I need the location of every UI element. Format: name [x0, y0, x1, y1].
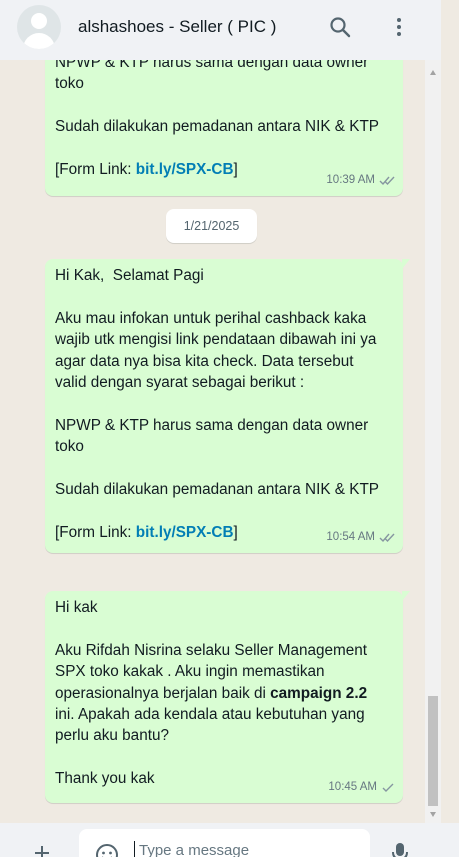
form-link[interactable]: bit.ly/SPX-CB [136, 161, 234, 178]
campaign-name: campaign 2.2 [270, 684, 368, 702]
message-bubble[interactable]: NPWP & KTP harus sama dengan data owner … [45, 60, 403, 196]
single-check-icon [382, 783, 394, 792]
message-time: 10:54 AM [326, 530, 375, 543]
message-time: 10:45 AM [328, 780, 377, 793]
scroll-down-arrow[interactable] [430, 812, 436, 817]
message-text: Hi Kak, Selamat Pagi Aku mau infokan unt… [55, 267, 379, 541]
avatar[interactable] [17, 5, 61, 49]
message-time: 10:39 AM [326, 173, 375, 186]
scrollbar[interactable] [425, 60, 441, 823]
bubble-tail [402, 591, 410, 601]
chat-title[interactable]: alshashoes - Seller ( PIC ) [78, 17, 276, 37]
scroll-up-arrow[interactable] [430, 70, 436, 75]
message-bubble[interactable]: Hi kak Aku Rifdah Nisrina selaku Seller … [45, 591, 410, 803]
composer-bar: Type a message [0, 823, 459, 857]
message-meta: 10:39 AM [326, 170, 395, 191]
chat-header: alshashoes - Seller ( PIC ) [0, 0, 441, 60]
emoji-icon[interactable] [95, 843, 119, 857]
message-text: Hi kak Aku Rifdah Nisrina selaku Seller … [55, 599, 368, 788]
message-placeholder: Type a message [139, 842, 250, 857]
bubble-tail [402, 259, 410, 269]
form-link[interactable]: bit.ly/SPX-CB [136, 524, 234, 541]
message-list: NPWP & KTP harus sama dengan data owner … [0, 60, 441, 823]
more-vertical-icon[interactable] [387, 15, 411, 39]
message-input[interactable]: Type a message [79, 829, 370, 857]
message-bubble[interactable]: Hi Kak, Selamat Pagi Aku mau infokan unt… [45, 259, 410, 553]
double-check-icon [379, 533, 395, 542]
text-cursor [134, 841, 135, 857]
date-separator: 1/21/2025 [166, 209, 257, 243]
plus-icon[interactable] [32, 843, 52, 857]
search-icon[interactable] [328, 15, 352, 39]
message-meta: 10:45 AM [328, 777, 395, 798]
microphone-icon[interactable] [391, 842, 409, 857]
message-meta: 10:54 AM [326, 527, 395, 548]
double-check-icon [379, 176, 395, 185]
message-text: NPWP & KTP harus sama dengan data owner … [55, 60, 379, 179]
scroll-thumb[interactable] [428, 696, 438, 806]
